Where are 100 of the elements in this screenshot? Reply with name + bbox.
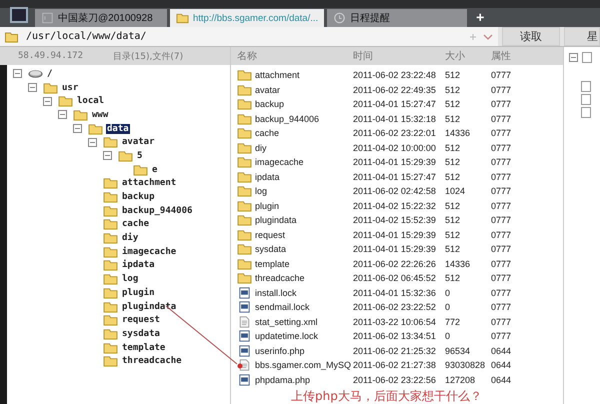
tree-item[interactable]: local (76, 96, 106, 106)
clock-icon (333, 12, 346, 24)
file-name[interactable]: attachment (255, 70, 300, 80)
tree-item[interactable]: request (121, 315, 161, 326)
table-cell-text: 14336 (445, 128, 472, 138)
tree-item[interactable]: threadcache (121, 356, 183, 366)
path-field[interactable]: /usr/local/www/data/ (0, 27, 498, 46)
folder-icon (118, 150, 133, 162)
folder-icon (237, 214, 252, 226)
file-name[interactable]: threadcache (255, 273, 305, 284)
file-name[interactable]: backup_944006 (255, 114, 320, 124)
panel-icon[interactable] (581, 94, 591, 105)
file-name[interactable]: sendmail.lock (255, 302, 310, 312)
tree-item[interactable]: backup (121, 192, 156, 202)
tree-item[interactable]: 5 (136, 150, 144, 161)
tree-item[interactable]: data (106, 124, 130, 134)
table-cell-text: 2011-06-02 13:34:51 (353, 331, 437, 342)
app-icon[interactable] (10, 7, 28, 23)
file-name[interactable]: stat_setting.xml (255, 316, 318, 327)
tree-item[interactable]: plugindata (121, 302, 178, 312)
tree-item[interactable]: template (121, 342, 166, 353)
panel-icon[interactable] (581, 81, 591, 92)
table-cell-text: 2011-04-01 15:29:39 (353, 244, 437, 254)
file-name[interactable]: request (255, 230, 286, 240)
item-counts: 目录(15),文件(7) (113, 50, 184, 62)
table-cell-text: 0777 (491, 70, 512, 80)
tree-item[interactable]: attachment (121, 178, 178, 188)
folder-icon (43, 82, 58, 94)
file-name[interactable]: bbs.sgamer.com_MySQ (255, 360, 352, 370)
file-name[interactable]: install.lock (255, 288, 297, 298)
page-icon (41, 12, 54, 24)
table-cell-text: 0777 (491, 84, 512, 95)
table-cell-text: 0 (445, 331, 452, 342)
panel-icon[interactable] (581, 107, 591, 118)
folder-icon (237, 156, 252, 168)
folder-icon (103, 286, 118, 299)
table-cell-text: 2011-06-02 22:49:35 (353, 84, 437, 95)
read-button[interactable]: 读取 (502, 27, 560, 46)
table-cell-text: 2011-04-01 15:32:36 (353, 288, 437, 298)
folder-icon (103, 328, 118, 340)
file-name[interactable]: template (255, 258, 290, 269)
tree-item[interactable]: avatar (121, 137, 156, 148)
folder-icon (103, 177, 118, 190)
file-name[interactable]: cache (255, 128, 280, 138)
file-name[interactable]: ipdata (255, 172, 280, 182)
table-cell-text: 2011-04-01 15:29:39 (353, 157, 437, 168)
table-cell-text: 2011-06-02 21:25:32 (353, 346, 437, 356)
tab[interactable]: 日程提醒 (327, 9, 468, 27)
tree-item[interactable]: usr (61, 82, 80, 93)
file-name[interactable]: sysdata (255, 244, 286, 254)
folder-icon (103, 204, 118, 217)
dropdown-icon[interactable] (468, 32, 494, 42)
file-name[interactable]: plugindata (255, 215, 297, 226)
table-cell-text: 512 (445, 99, 462, 110)
tree-item[interactable]: ipdata (121, 260, 156, 270)
file-name[interactable]: log (255, 186, 268, 196)
tab[interactable]: 中国菜刀@20100928 (35, 9, 167, 27)
tree-item[interactable]: log (121, 274, 140, 284)
tree-item[interactable]: cache (121, 219, 150, 230)
tree-item[interactable]: backup_944006 (121, 206, 194, 216)
table-cell-text: 0777 (491, 331, 512, 342)
new-tab-button[interactable]: + (470, 9, 490, 27)
table-cell-text: 2011-04-01 15:27:47 (353, 99, 437, 110)
table-cell-text: 512 (445, 157, 462, 168)
folder-icon (237, 69, 252, 82)
panel-icon[interactable] (582, 52, 592, 63)
toolbar-button[interactable]: 星 (564, 27, 600, 46)
file-icon (237, 374, 252, 386)
table-cell-text: 2011-04-02 15:22:32 (353, 200, 437, 211)
file-name[interactable]: backup (255, 99, 284, 110)
table-cell-text: 2011-04-02 15:52:39 (353, 215, 437, 226)
folder-icon (237, 142, 252, 154)
tree-item[interactable]: plugin (121, 288, 156, 298)
file-name[interactable]: avatar (255, 84, 280, 95)
table-cell-text: 0777 (491, 172, 512, 182)
file-name[interactable]: imagecache (255, 157, 304, 168)
tree-item[interactable]: imagecache (121, 246, 178, 257)
tree-item[interactable]: e (151, 164, 158, 175)
table-cell-text: 512 (445, 84, 462, 95)
file-icon (237, 330, 252, 342)
file-icon (237, 344, 252, 357)
tree-item[interactable]: diy (121, 233, 140, 244)
collapse-icon[interactable] (569, 53, 578, 62)
file-name[interactable]: updatetime.lock (255, 331, 318, 342)
table-cell-text: 14336 (445, 258, 472, 269)
tree-item[interactable]: www (91, 110, 110, 120)
table-cell-text: 0777 (491, 316, 512, 327)
table-cell-text: 0777 (491, 186, 512, 196)
table-cell-text: 0644 (491, 360, 512, 370)
table-cell-text: 512 (445, 200, 462, 211)
tree-item[interactable]: / (46, 68, 54, 79)
table-cell-text: 2011-04-01 15:32:18 (353, 114, 437, 124)
file-name[interactable]: phpdama.php (255, 374, 310, 385)
file-name[interactable]: plugin (255, 200, 280, 211)
tree-item[interactable]: sysdata (121, 328, 161, 339)
table-cell-text: 2011-06-02 23:22:56 (353, 374, 437, 385)
table-cell-text: 127208 (445, 374, 476, 385)
file-name[interactable]: userinfo.php (255, 346, 305, 356)
folder-icon (176, 12, 189, 24)
file-name[interactable]: diy (255, 142, 267, 153)
